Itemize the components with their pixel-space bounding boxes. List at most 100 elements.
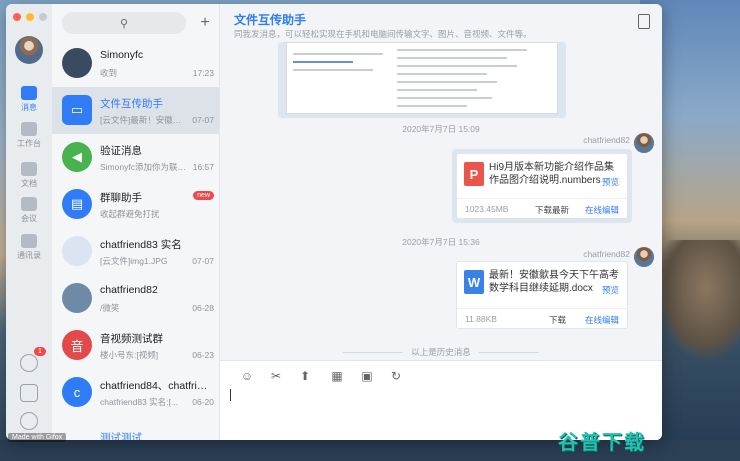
download-latest-button[interactable]: 下载最新 (535, 204, 569, 216)
page-subtitle: 同我发消息，可以轻松实现在手机和电脑间传输文字、图片、音视频、文件等。 (234, 29, 532, 39)
sender-avatar[interactable] (634, 247, 654, 267)
avatar: 音 (62, 330, 92, 360)
left-rail: 消息 工作台 文档 会议 通讯录 1 (6, 4, 52, 440)
new-badge: new (193, 191, 214, 200)
search-input[interactable]: ⚲ (62, 12, 186, 34)
sender-name: chatfriend82 (583, 135, 630, 145)
add-button[interactable]: + (194, 12, 216, 34)
site-watermark: 谷普下载 (558, 432, 646, 454)
conversation-list: ⚲ + Simonyfc 收到 17:23 ▭ 文件互传助手 [云文件]最新！安… (52, 4, 220, 440)
conversation-name: 文件互传助手 (100, 98, 163, 110)
phone-icon[interactable] (20, 354, 38, 372)
conversation-name: chatfriend82 (100, 284, 158, 296)
app-window: 消息 工作台 文档 会议 通讯录 1 ⚲ + Simonyfc 收到 17:23… (6, 4, 662, 440)
conversation-preview: 收到 (100, 68, 118, 78)
avatar (62, 236, 92, 266)
file-actions: 11.88KB 下载 在线编辑 (457, 308, 627, 328)
history-divider: 以上是历史消息 (220, 346, 662, 358)
online-edit-button[interactable]: 在线编辑 (585, 314, 619, 326)
workbench-icon (21, 122, 37, 136)
desktop-rock (655, 240, 740, 360)
conversation-time: 06-20 (192, 397, 214, 407)
avatar (62, 283, 92, 313)
contact-card-icon[interactable]: ▣ (360, 369, 374, 383)
list-item[interactable]: chatfriend83 实名 [云文件]img1.JPG 07-07 (52, 228, 219, 275)
list-item[interactable]: c chatfriend84、chatfriend... chatfriend8… (52, 369, 219, 416)
scissors-icon[interactable]: ✂ (269, 369, 283, 383)
contacts-icon (21, 234, 37, 248)
user-avatar[interactable] (15, 36, 43, 64)
call-badge: 1 (34, 347, 46, 356)
numbers-file-icon: P (464, 162, 484, 186)
list-item[interactable]: ▭ 文件互传助手 [云文件]最新！安徽歙县今天下午... 07-07 (52, 87, 219, 134)
avatar: c (62, 377, 92, 407)
conversation-time: 17:23 (192, 68, 214, 78)
list-item[interactable]: 测试测试 (52, 416, 219, 440)
file-message[interactable]: W 最新！安徽歙县今天下午高考数学科目继续延期.docx 预览 11.88KB … (456, 261, 628, 329)
file-size: 1023.45MB (465, 204, 509, 214)
minimize-button[interactable] (26, 13, 34, 21)
conversation-name: 音视频测试群 (100, 333, 163, 345)
document-icon (21, 162, 37, 176)
file-message[interactable]: P Hi9月版本新功能介绍作品集作品图介绍说明.numbers 预览 1023.… (452, 149, 632, 223)
list-item[interactable]: 音 音视频测试群 楼小号东:[视频] 06-23 (52, 322, 219, 369)
more-icon[interactable] (20, 412, 38, 430)
online-edit-button[interactable]: 在线编辑 (585, 204, 619, 216)
rail-item-contacts[interactable]: 通讯录 (6, 234, 52, 261)
conversation-time: 07-07 (192, 115, 214, 125)
download-button[interactable]: 下载 (549, 314, 566, 326)
file-size: 11.88KB (465, 314, 497, 324)
list-item[interactable]: ◀ 验证消息 Simonyfc添加你为联系人 16:57 (52, 134, 219, 181)
rail-item-documents[interactable]: 文档 (6, 162, 52, 189)
rail-item-meetings[interactable]: 会议 (6, 197, 52, 224)
search-icon: ⚲ (119, 17, 129, 30)
rail-item-workbench[interactable]: 工作台 (6, 122, 52, 149)
rail-item-label: 通讯录 (17, 251, 41, 260)
conversation-preview: [云文件]img1.JPG (100, 256, 168, 266)
conversation-time: 16:57 (192, 162, 214, 172)
rail-item-label: 文档 (21, 179, 37, 188)
gifox-watermark: Made with Gifox (8, 433, 67, 442)
conversation-name: chatfriend84、chatfriend... (100, 380, 212, 392)
timestamp: 2020年7月7日 15:09 (402, 124, 480, 134)
screenshot-preview (286, 42, 558, 114)
conversation-time: 07-07 (192, 256, 214, 266)
conversation-name: 验证消息 (100, 145, 142, 157)
bookmark-icon[interactable] (20, 384, 38, 402)
apps-icon[interactable]: ▦ (327, 369, 347, 383)
zoom-button[interactable] (39, 13, 47, 21)
preview-link[interactable]: 预览 (602, 284, 619, 296)
message-icon (21, 86, 37, 100)
window-controls (13, 13, 47, 21)
image-message[interactable] (278, 42, 566, 118)
file-list-icon[interactable] (638, 14, 650, 29)
rail-item-messages[interactable]: 消息 (6, 86, 52, 113)
file-actions: 1023.45MB 下载最新 在线编辑 (457, 198, 627, 218)
list-item[interactable]: chatfriend82 /微笑 06-28 (52, 275, 219, 322)
upload-icon[interactable]: ⬆ (298, 369, 312, 383)
list-item[interactable]: ▤ 群聊助手 收起群避免打扰 new (52, 181, 219, 228)
conversation-name: chatfriend83 实名 (100, 239, 182, 251)
chat-panel: 文件互传助手 同我发消息，可以轻松实现在手机和电脑间传输文字、图片、音视频、文件… (220, 4, 662, 440)
conversation-preview: 楼小号东:[视频] (100, 350, 159, 360)
sender-name: chatfriend82 (583, 249, 630, 259)
conversation-preview: /微笑 (100, 303, 120, 313)
rail-item-label: 消息 (21, 103, 37, 112)
sender-avatar[interactable] (634, 133, 654, 153)
conversation-time: 06-23 (192, 350, 214, 360)
preview-link[interactable]: 预览 (602, 176, 619, 188)
file-transfer-icon: ▭ (62, 95, 92, 125)
meeting-icon (21, 197, 37, 211)
emoji-icon[interactable]: ☺ (240, 369, 254, 383)
text-cursor (230, 389, 231, 401)
conversation-name: 测试测试 (100, 432, 142, 440)
conversation-preview: chatfriend83 实名:[... (100, 397, 178, 407)
conversation-name: Simonyfc (100, 49, 144, 61)
conversation-time: 06-28 (192, 303, 214, 313)
history-icon[interactable]: ↻ (389, 369, 403, 383)
close-button[interactable] (13, 13, 21, 21)
avatar (62, 48, 92, 78)
page-title: 文件互传助手 (234, 13, 307, 27)
list-item[interactable]: Simonyfc 收到 17:23 (52, 40, 219, 87)
file-card: W 最新！安徽歙县今天下午高考数学科目继续延期.docx 预览 11.88KB … (456, 261, 628, 329)
